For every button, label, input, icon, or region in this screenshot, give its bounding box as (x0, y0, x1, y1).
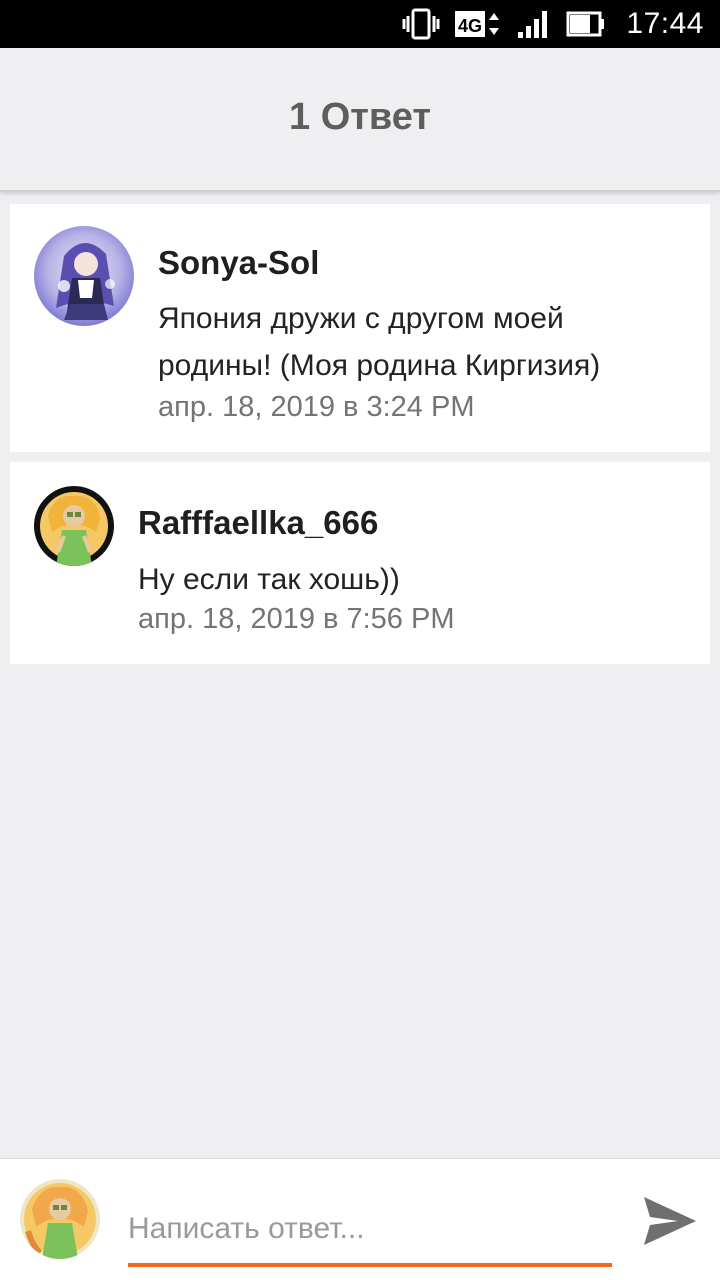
network-4g-icon: 4G (454, 8, 502, 40)
comment-timestamp: апр. 18, 2019 в 7:56 PM (138, 603, 455, 635)
drawn-character-avatar (34, 486, 114, 566)
vibrate-icon (402, 8, 440, 40)
reply-input[interactable] (128, 1195, 612, 1267)
anime-girl-avatar (34, 226, 134, 326)
signal-icon (516, 8, 552, 40)
page-title: 1 Ответ (289, 95, 431, 138)
comment-text-line: Япония дружи с другом моей (158, 302, 564, 335)
status-bar: 4G 17:44 (0, 0, 720, 48)
status-time: 17:44 (626, 7, 704, 40)
drawn-character-avatar (20, 1179, 100, 1259)
send-button[interactable] (636, 1187, 704, 1255)
comment-text: Япония дружи с другом моей родины! (Моя … (158, 295, 600, 389)
reply-bar (0, 1158, 720, 1280)
comment-username[interactable]: Rafffaellka_666 (138, 504, 378, 542)
avatar[interactable] (34, 486, 114, 566)
comment-text-line: Ну если так хошь)) (138, 563, 400, 596)
comment-timestamp: апр. 18, 2019 в 3:24 PM (158, 391, 475, 423)
comment-username[interactable]: Sonya-Sol (158, 244, 319, 282)
avatar[interactable] (34, 226, 134, 326)
comment-text: Ну если так хошь)) (138, 556, 400, 603)
comment-card[interactable]: Sonya-Sol Япония дружи с другом моей род… (10, 204, 710, 452)
comment-text-line: родины! (Моя родина Киргизия) (158, 349, 601, 382)
comment-card[interactable]: Rafffaellka_666 Ну если так хошь)) апр. … (10, 462, 710, 664)
network-label: 4G (458, 16, 482, 36)
battery-icon (566, 8, 606, 40)
current-user-avatar (20, 1179, 100, 1259)
header: 1 Ответ (0, 48, 720, 192)
send-icon (644, 1197, 696, 1245)
